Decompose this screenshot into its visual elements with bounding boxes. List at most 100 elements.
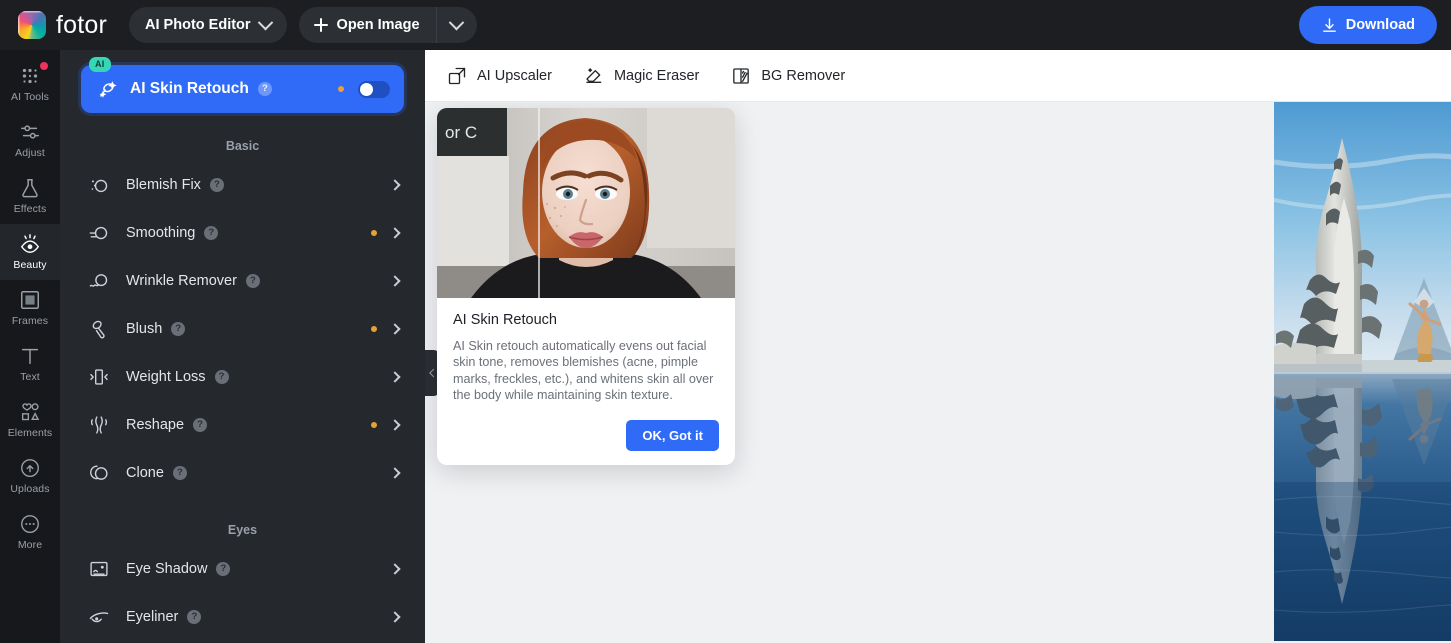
rail-item-more[interactable]: More: [0, 504, 60, 560]
text-icon: [19, 345, 41, 367]
chevron-right-icon: [389, 563, 400, 574]
rail-label: Beauty: [13, 259, 46, 271]
fotor-logo-icon: [18, 11, 46, 39]
plus-icon: [314, 18, 328, 32]
help-circle-icon[interactable]: ?: [187, 610, 201, 624]
panel-row-clone[interactable]: Clone ?: [78, 449, 407, 497]
brand[interactable]: fotor: [18, 11, 107, 40]
ai-upscaler-icon: [447, 66, 467, 86]
rail-item-elements[interactable]: Elements: [0, 392, 60, 448]
eyeliner-icon: [88, 606, 110, 628]
smoothing-icon: [88, 222, 110, 244]
help-circle-icon[interactable]: ?: [216, 562, 230, 576]
magic-eraser-icon: [584, 66, 604, 86]
editor-mode-label: AI Photo Editor: [145, 17, 251, 33]
ai-badge: AI: [89, 57, 111, 72]
popup-actions: OK, Got it: [453, 420, 719, 451]
rail-label: Elements: [8, 427, 53, 439]
help-circle-icon[interactable]: ?: [210, 178, 224, 192]
rail-label: Adjust: [15, 147, 45, 159]
upload-cloud-icon: [19, 457, 41, 479]
beauty-panel: AI AI Skin Retouch ? B: [60, 50, 425, 643]
panel-row-label: Weight Loss: [126, 369, 206, 385]
panel-row-wrinkle-remover[interactable]: Wrinkle Remover ?: [78, 257, 407, 305]
tool-label: Magic Eraser: [614, 68, 699, 84]
ai-skin-retouch-card[interactable]: AI AI Skin Retouch ?: [81, 65, 404, 113]
rail-label: AI Tools: [11, 91, 49, 103]
wrinkle-remover-icon: [88, 270, 110, 292]
panel-row-weight-loss[interactable]: Weight Loss ?: [78, 353, 407, 401]
panel-row-label: Blush: [126, 321, 162, 337]
panel-row-label: Smoothing: [126, 225, 195, 241]
rail-item-beauty[interactable]: Beauty: [0, 224, 60, 280]
bg-remover-icon: [731, 66, 751, 86]
panel-row-label: Eyeliner: [126, 609, 178, 625]
more-ellipsis-icon: [19, 513, 41, 535]
open-image-label: Open Image: [337, 17, 420, 33]
panel-row-label: Blemish Fix: [126, 177, 201, 193]
help-circle-icon[interactable]: ?: [258, 82, 272, 96]
weight-loss-icon: [88, 366, 110, 388]
download-icon: [1321, 17, 1338, 34]
flask-icon: [19, 177, 41, 199]
fotor-app-window: fotor AI Photo Editor Open Image Downloa…: [0, 0, 1451, 643]
eye-beauty-icon: [19, 233, 41, 255]
tool-ai-upscaler[interactable]: AI Upscaler: [447, 50, 552, 102]
editor-mode-dropdown[interactable]: AI Photo Editor: [129, 7, 287, 43]
blemish-fix-icon: [88, 174, 110, 196]
chevron-right-icon: [389, 371, 400, 382]
rail-label: Uploads: [10, 483, 49, 495]
popup-title: AI Skin Retouch: [453, 312, 719, 328]
rail-label: Text: [20, 371, 40, 383]
download-label: Download: [1346, 17, 1415, 33]
rail-item-effects[interactable]: Effects: [0, 168, 60, 224]
feature-info-popup: or C: [437, 108, 735, 465]
left-rail: AI Tools Adjust Effects: [0, 50, 60, 643]
panel-row-blemish-fix[interactable]: Blemish Fix ?: [78, 161, 407, 209]
help-circle-icon[interactable]: ?: [204, 226, 218, 240]
svg-text:or C: or C: [445, 123, 477, 142]
notification-dot: [40, 62, 48, 70]
popup-confirm-button[interactable]: OK, Got it: [626, 420, 719, 451]
chevron-down-icon: [449, 14, 465, 30]
sliders-icon: [19, 121, 41, 143]
ai-skin-retouch-icon: [97, 79, 118, 100]
rail-item-text[interactable]: Text: [0, 336, 60, 392]
rail-item-adjust[interactable]: Adjust: [0, 112, 60, 168]
canvas-image-container[interactable]: [1274, 102, 1451, 641]
tool-magic-eraser[interactable]: Magic Eraser: [584, 50, 699, 102]
tool-bg-remover[interactable]: BG Remover: [731, 50, 845, 102]
download-button[interactable]: Download: [1299, 6, 1437, 44]
canvas-image: [1274, 102, 1451, 641]
help-circle-icon[interactable]: ?: [246, 274, 260, 288]
open-image-button[interactable]: Open Image: [299, 7, 437, 43]
panel-row-label: Eye Shadow: [126, 561, 207, 577]
panel-row-reshape[interactable]: Reshape ?: [78, 401, 407, 449]
panel-row-eyeliner[interactable]: Eyeliner ?: [78, 593, 407, 641]
panel-row-blush[interactable]: Blush ?: [78, 305, 407, 353]
ai-skin-retouch-title: AI Skin Retouch: [130, 80, 249, 98]
help-circle-icon[interactable]: ?: [173, 466, 187, 480]
panel-row-eye-shadow[interactable]: Eye Shadow ?: [78, 545, 407, 593]
help-circle-icon[interactable]: ?: [171, 322, 185, 336]
ai-skin-retouch-toggle[interactable]: [358, 81, 390, 98]
panel-row-smoothing[interactable]: Smoothing ?: [78, 209, 407, 257]
blush-icon: [88, 318, 110, 340]
tool-label: BG Remover: [761, 68, 845, 84]
elements-icon: [19, 401, 41, 423]
app-body: AI Tools Adjust Effects: [0, 50, 1451, 643]
chevron-right-icon: [389, 467, 400, 478]
popup-body: AI Skin Retouch AI Skin retouch automati…: [437, 298, 735, 465]
help-circle-icon[interactable]: ?: [215, 370, 229, 384]
ai-tools-icon: [19, 65, 41, 87]
help-circle-icon[interactable]: ?: [193, 418, 207, 432]
open-image-dropdown-button[interactable]: [437, 7, 477, 43]
rail-item-frames[interactable]: Frames: [0, 280, 60, 336]
eye-shadow-icon: [88, 558, 110, 580]
brand-name: fotor: [56, 11, 107, 40]
rail-item-ai-tools[interactable]: AI Tools: [0, 56, 60, 112]
canvas-area: AI Upscaler Magic Eraser: [425, 50, 1451, 643]
chevron-right-icon: [389, 227, 400, 238]
open-image-control[interactable]: Open Image: [299, 7, 477, 43]
rail-item-uploads[interactable]: Uploads: [0, 448, 60, 504]
